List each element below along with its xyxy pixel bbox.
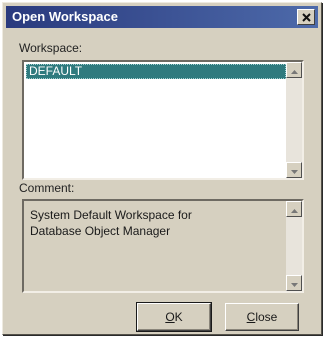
scroll-up-button[interactable] [286, 62, 302, 78]
close-button[interactable]: Close [225, 303, 299, 331]
comment-label: Comment: [19, 181, 75, 195]
title-bar[interactable]: Open Workspace [6, 6, 318, 28]
scroll-down-button[interactable] [286, 162, 302, 178]
comment-text: System Default Workspace for Database Ob… [30, 208, 192, 238]
open-workspace-dialog: Open Workspace Workspace: DEFAULT Commen… [2, 2, 322, 335]
arrow-down-icon [290, 276, 298, 290]
close-window-button[interactable] [297, 9, 315, 25]
arrow-up-icon [290, 202, 298, 216]
comment-scrollbar[interactable] [286, 201, 302, 291]
workspace-list-item[interactable]: DEFAULT [26, 64, 286, 79]
workspace-label: Workspace: [19, 41, 83, 55]
close-label-rest: lose [255, 310, 278, 324]
ok-button[interactable]: OK [136, 302, 212, 332]
close-accelerator: C [246, 310, 256, 324]
scroll-up-button[interactable] [286, 201, 302, 217]
workspace-scrollbar[interactable] [286, 62, 302, 178]
ok-label-rest: K [174, 310, 183, 324]
workspace-listbox[interactable]: DEFAULT [22, 60, 304, 180]
dialog-title: Open Workspace [12, 9, 118, 24]
arrow-up-icon [290, 63, 298, 77]
comment-textbox[interactable]: System Default Workspace for Database Ob… [22, 199, 304, 293]
close-x-icon [301, 12, 311, 22]
arrow-down-icon [290, 163, 298, 177]
ok-accelerator: O [165, 310, 175, 324]
scroll-down-button[interactable] [286, 275, 302, 291]
